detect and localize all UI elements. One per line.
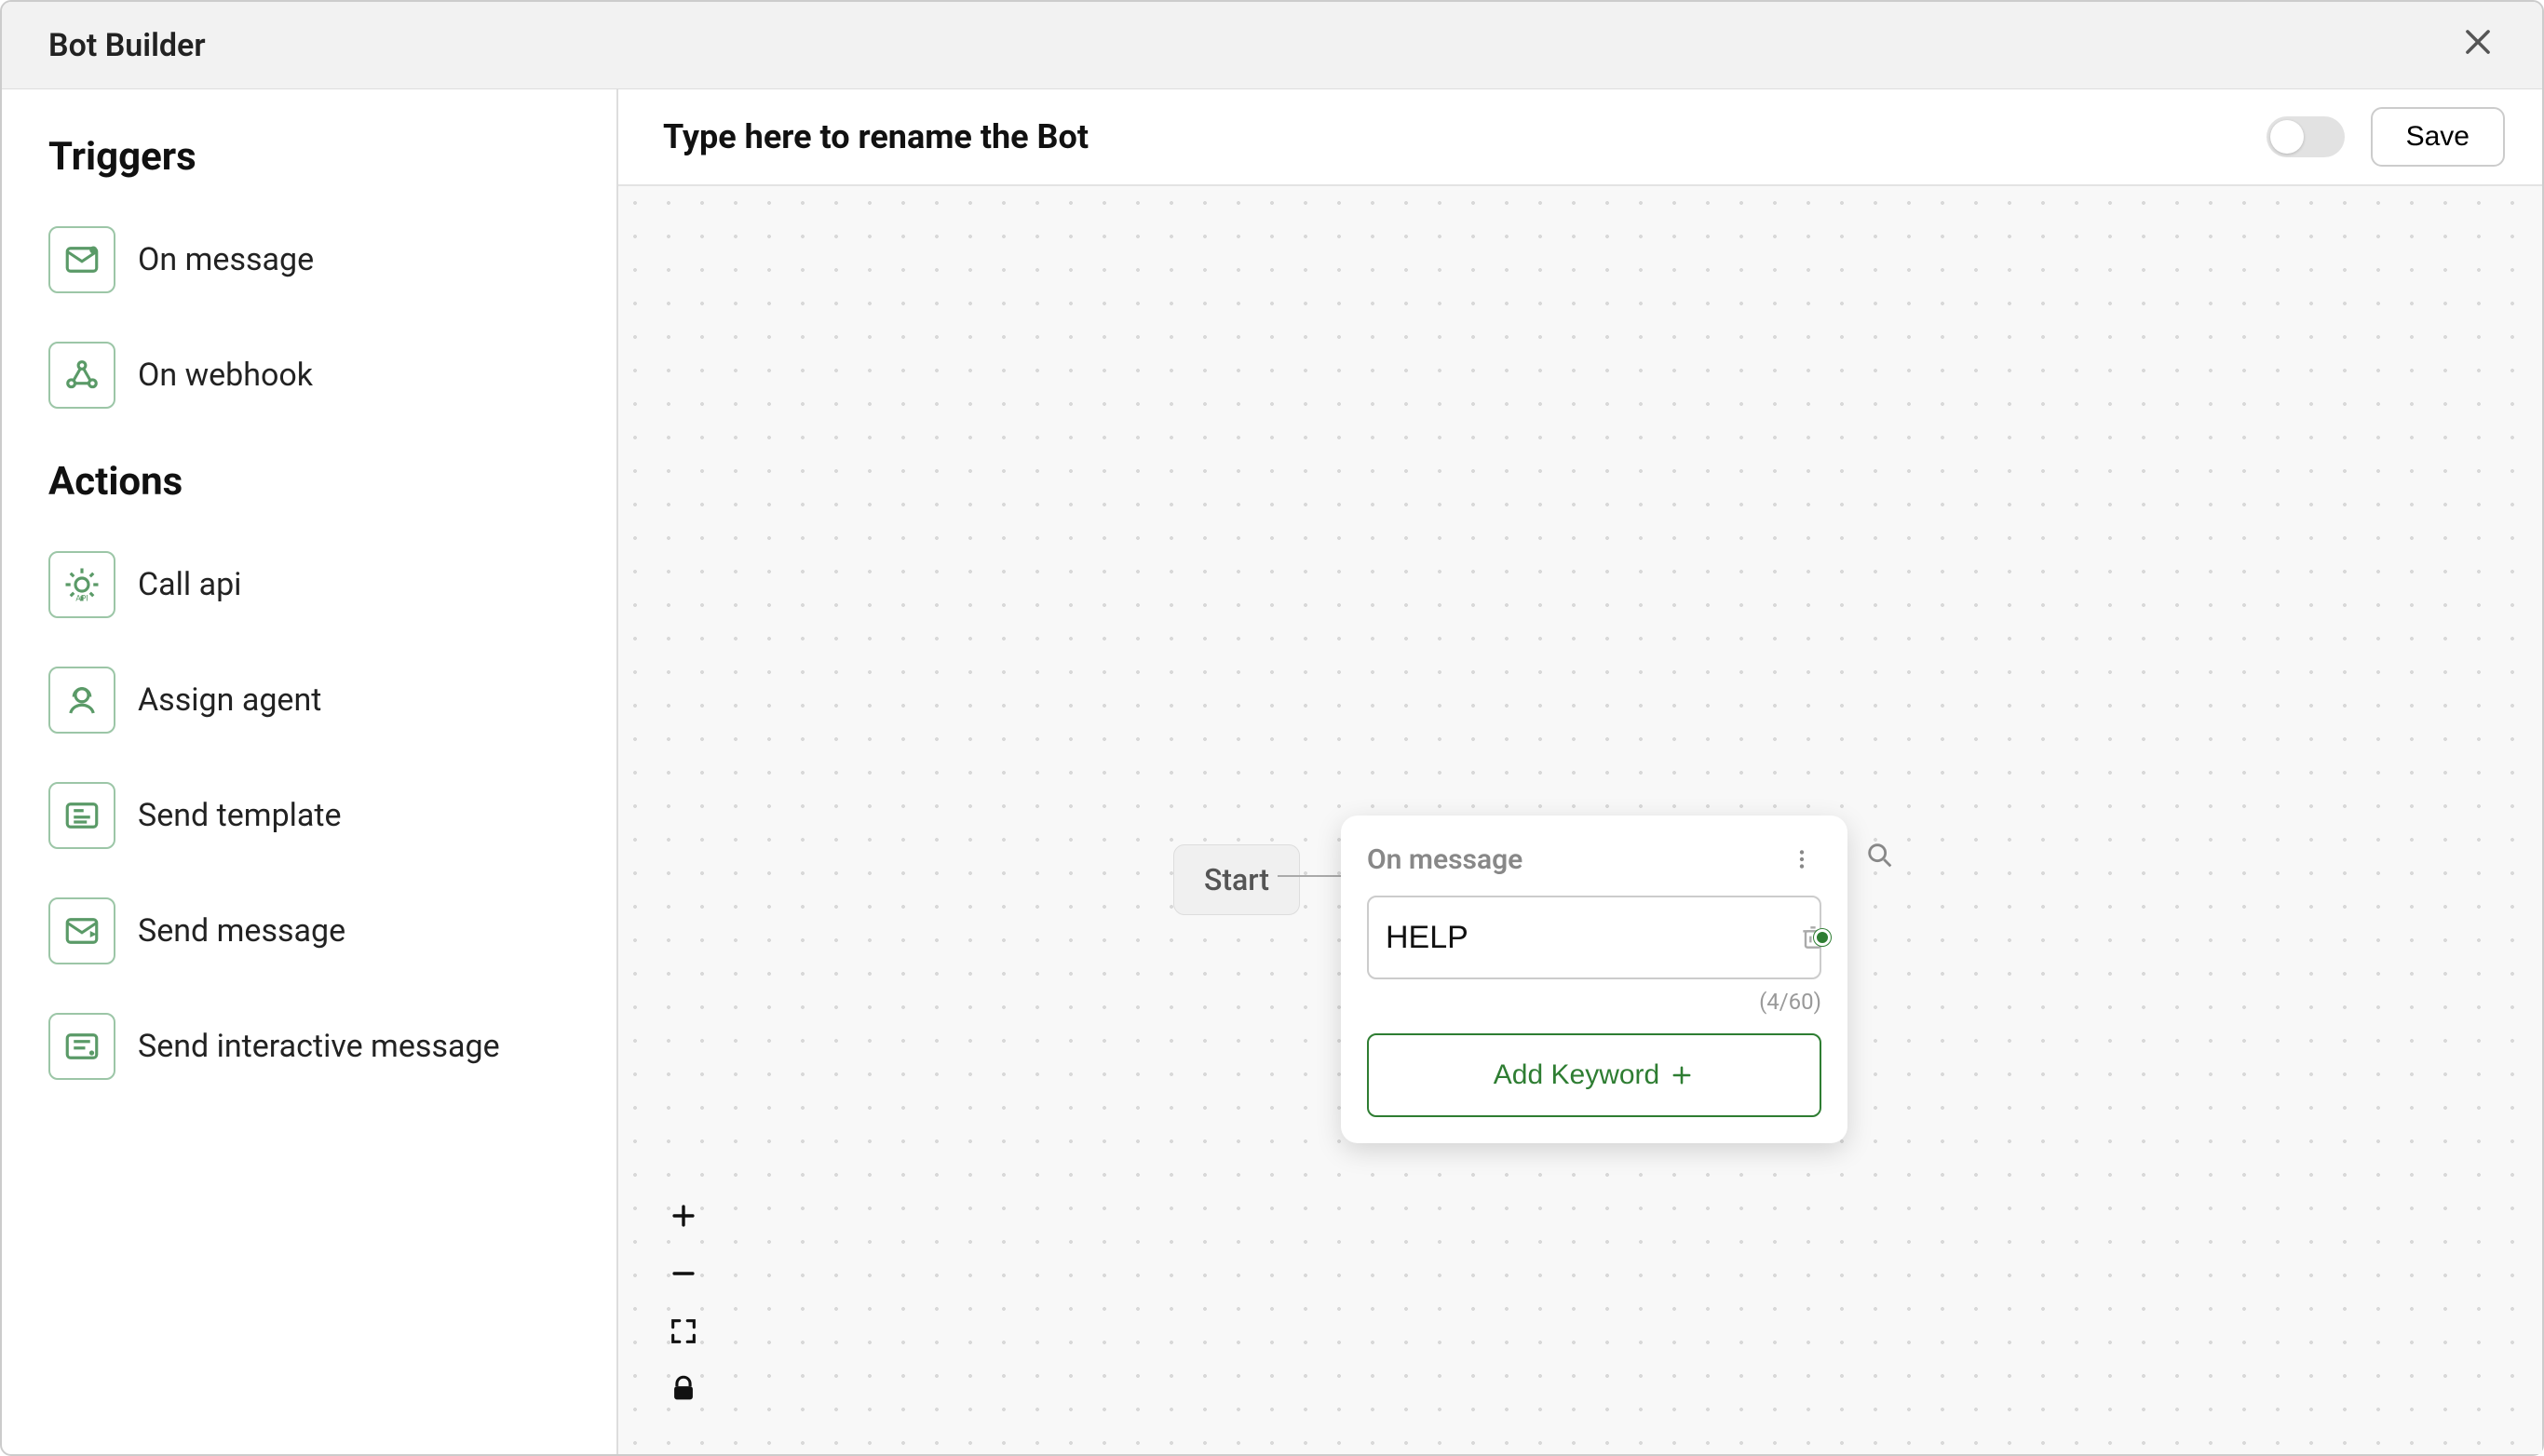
kebab-icon: [1790, 847, 1814, 871]
sidebar-item-label: On webhook: [138, 357, 313, 394]
magnifier-icon: [1864, 840, 1896, 871]
sidebar-item-label: On message: [138, 241, 314, 278]
minus-icon: [668, 1258, 699, 1289]
actions-heading: Actions: [48, 459, 583, 505]
lock-canvas-button[interactable]: [663, 1368, 704, 1409]
body: Triggers On message On webhook Actions A…: [2, 89, 2542, 1454]
close-icon: [2460, 24, 2496, 60]
agent-icon: [48, 667, 115, 734]
fullscreen-icon: [668, 1315, 699, 1347]
window-title: Bot Builder: [48, 27, 206, 64]
titlebar: Bot Builder: [2, 2, 2542, 89]
sidebar-item-label: Call api: [138, 566, 241, 603]
action-call-api[interactable]: API Call api: [48, 527, 583, 642]
plus-icon: [1669, 1062, 1695, 1088]
node-menu-button[interactable]: [1782, 842, 1821, 877]
message-icon: [48, 226, 115, 293]
sidebar-item-label: Send interactive message: [138, 1028, 500, 1065]
toggle-knob: [2270, 120, 2304, 154]
canvas-toolbar: [663, 1195, 704, 1409]
sidebar-item-label: Assign agent: [138, 681, 321, 719]
keyword-input[interactable]: [1386, 920, 1798, 956]
triggers-heading: Triggers: [48, 134, 583, 180]
flow-canvas[interactable]: Start On message: [618, 186, 2542, 1454]
bot-name-input[interactable]: Type here to rename the Bot: [663, 117, 2240, 156]
fit-view-button[interactable]: [663, 1311, 704, 1352]
node-header: On message: [1367, 842, 1821, 877]
plus-icon: [668, 1200, 699, 1232]
action-send-message[interactable]: Send message: [48, 873, 583, 989]
keyword-row: [1367, 896, 1821, 979]
start-node[interactable]: Start: [1173, 844, 1300, 915]
template-icon: [48, 782, 115, 849]
trigger-on-message[interactable]: On message: [48, 202, 583, 317]
interactive-message-icon: [48, 1013, 115, 1080]
webhook-icon: [48, 342, 115, 409]
output-connection-handle[interactable]: [1814, 929, 1831, 946]
bot-builder-window: Bot Builder Triggers On message On webho…: [0, 0, 2544, 1456]
api-icon: API: [48, 551, 115, 618]
trigger-on-webhook[interactable]: On webhook: [48, 317, 583, 433]
svg-text:API: API: [75, 595, 88, 604]
char-count: (4/60): [1367, 989, 1821, 1015]
on-message-node[interactable]: On message (4/60) Add Ke: [1341, 816, 1847, 1143]
lock-icon: [668, 1373, 699, 1405]
sidebar: Triggers On message On webhook Actions A…: [2, 89, 618, 1454]
node-zoom-button[interactable]: [1864, 840, 1896, 871]
add-keyword-label: Add Keyword: [1494, 1059, 1659, 1091]
save-button[interactable]: Save: [2371, 107, 2505, 167]
sidebar-item-label: Send message: [138, 912, 345, 950]
sidebar-item-label: Send template: [138, 797, 342, 834]
zoom-out-button[interactable]: [663, 1253, 704, 1294]
add-keyword-button[interactable]: Add Keyword: [1367, 1033, 1821, 1117]
action-assign-agent[interactable]: Assign agent: [48, 642, 583, 758]
close-button[interactable]: [2451, 15, 2505, 75]
bot-enabled-toggle[interactable]: [2267, 116, 2345, 157]
node-title: On message: [1367, 843, 1522, 876]
main: Type here to rename the Bot Save Start O…: [618, 89, 2542, 1454]
action-send-interactive-message[interactable]: Send interactive message: [48, 989, 583, 1104]
action-send-template[interactable]: Send template: [48, 758, 583, 873]
zoom-in-button[interactable]: [663, 1195, 704, 1236]
send-message-icon: [48, 897, 115, 964]
main-header: Type here to rename the Bot Save: [618, 89, 2542, 186]
